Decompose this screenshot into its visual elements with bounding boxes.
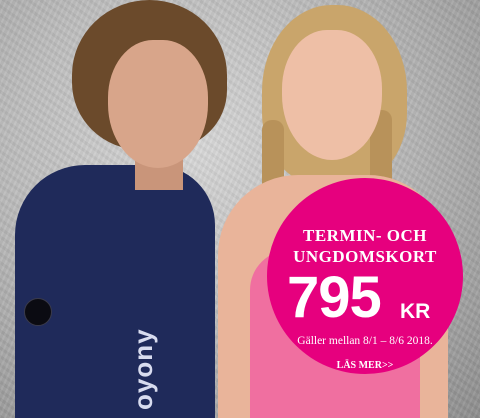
badge-price: 795 xyxy=(287,265,382,330)
girl-face xyxy=(282,30,382,160)
badge-validity: Gäller mellan 8/1 – 8/6 2018. xyxy=(297,335,433,347)
shirt-logo-icon xyxy=(24,298,52,326)
badge-title-line1: TERMIN- OCH xyxy=(302,226,428,245)
promo-banner[interactable]: oyony TERMIN- OCH UNGDOMSKORT 795 KR Gäl… xyxy=(0,0,480,418)
price-badge[interactable]: TERMIN- OCH UNGDOMSKORT 795 KR Gäller me… xyxy=(267,178,463,374)
read-more-link[interactable]: LÄS MER>> xyxy=(267,360,463,371)
shirt-print: oyony xyxy=(128,328,158,410)
badge-currency: KR xyxy=(400,300,431,323)
boy-face xyxy=(108,40,208,168)
boy-shirt xyxy=(15,165,215,418)
